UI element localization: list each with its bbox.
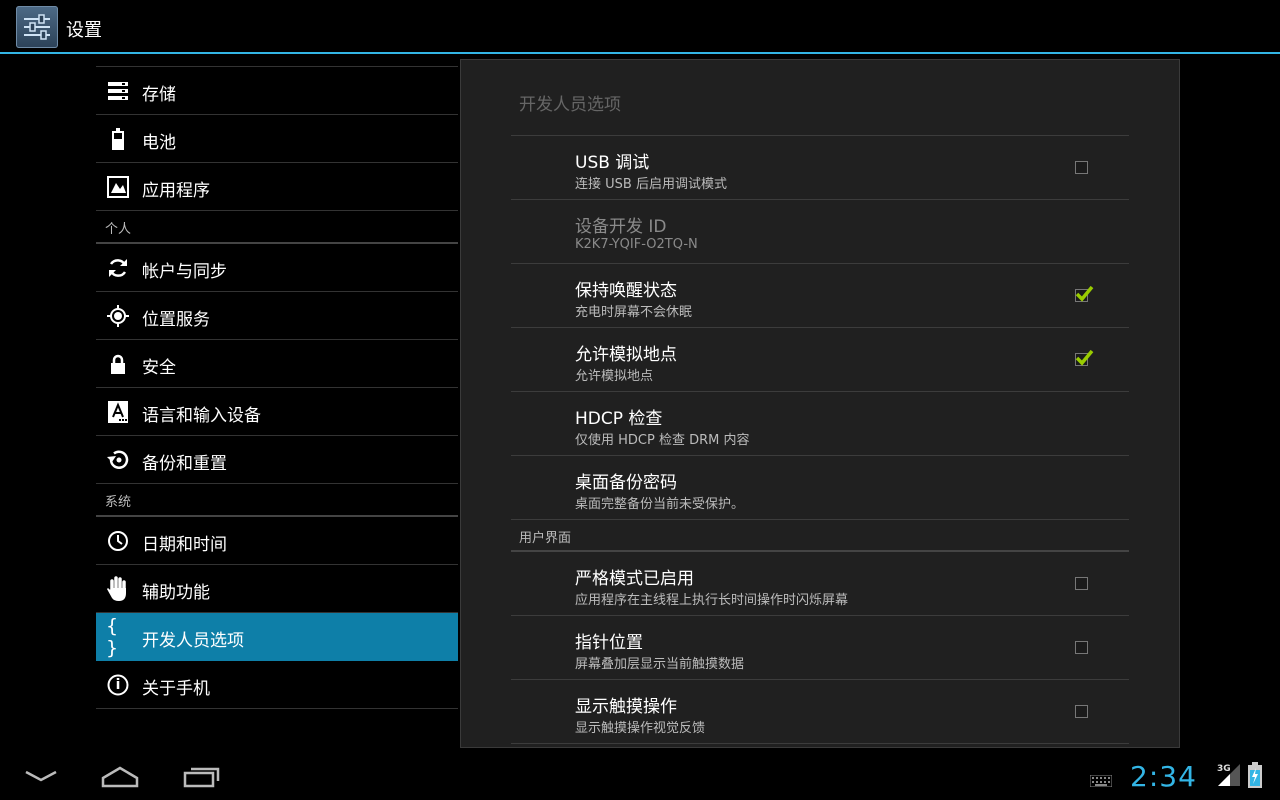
- usb-debugging-checkbox[interactable]: [1075, 161, 1088, 174]
- info-icon-glyph: i: [115, 677, 121, 693]
- pref-summary: 应用程序在主线程上执行长时间操作时闪烁屏幕: [575, 593, 849, 608]
- recent-apps-icon[interactable]: [182, 764, 222, 792]
- pref-summary: 仅使用 HDCP 检查 DRM 内容: [575, 433, 750, 448]
- pref-summary: 显示触摸操作视觉反馈: [575, 721, 706, 736]
- sidebar-item-security[interactable]: 安全: [96, 340, 458, 388]
- pointer-location-checkbox[interactable]: [1075, 641, 1088, 654]
- sidebar-item-label: 位置服务: [142, 310, 210, 330]
- pref-strict-mode[interactable]: 严格模式已启用 应用程序在主线程上执行长时间操作时闪烁屏幕: [511, 552, 1129, 616]
- sidebar-item-location[interactable]: 位置服务: [96, 292, 458, 340]
- sidebar-item-accessibility[interactable]: 辅助功能: [96, 565, 458, 613]
- pref-summary: 充电时屏幕不会休眠: [575, 305, 693, 320]
- stay-awake-checkbox[interactable]: [1075, 285, 1094, 302]
- sidebar-item-label: 备份和重置: [142, 454, 227, 474]
- home-icon[interactable]: [100, 764, 140, 792]
- signal-icon: [1218, 764, 1242, 790]
- sidebar-item-accounts-sync[interactable]: 帐户与同步: [96, 244, 458, 292]
- sidebar-category-personal: 个人: [96, 211, 458, 244]
- sidebar-item-about-phone[interactable]: i 关于手机: [96, 661, 458, 709]
- sidebar-item-storage[interactable]: 存储: [96, 67, 458, 115]
- sidebar-item-apps[interactable]: 应用程序: [96, 163, 458, 211]
- system-bar: 2:34 3G: [0, 752, 1280, 800]
- pref-title: 保持唤醒状态: [575, 281, 677, 301]
- category-label: 系统: [105, 495, 132, 510]
- pref-summary: 连接 USB 后启用调试模式: [575, 177, 727, 192]
- pref-title: 指针位置: [575, 633, 643, 653]
- battery-charging-icon: [1248, 762, 1262, 792]
- sidebar-item-label: 安全: [142, 358, 176, 378]
- checkmark-icon: [1075, 349, 1094, 366]
- keyboard-icon[interactable]: [1089, 772, 1113, 791]
- strict-mode-checkbox[interactable]: [1075, 577, 1088, 590]
- language-icon: [106, 400, 130, 424]
- sidebar-item-label: 电池: [142, 133, 176, 153]
- developer-options-panel: 开发人员选项 USB 调试 连接 USB 后启用调试模式 设备开发 ID K2K…: [460, 59, 1180, 748]
- page-title: 设置: [66, 20, 102, 41]
- settings-app-icon[interactable]: [16, 6, 58, 48]
- hand-icon: [106, 576, 130, 601]
- clock-icon: [106, 529, 130, 553]
- sidebar-item-backup-reset[interactable]: 备份和重置: [96, 436, 458, 484]
- show-touches-checkbox[interactable]: [1075, 705, 1088, 718]
- pref-title: 允许模拟地点: [575, 345, 677, 365]
- preference-list[interactable]: USB 调试 连接 USB 后启用调试模式 设备开发 ID K2K7-YQIF-…: [511, 135, 1129, 744]
- info-icon: i: [106, 673, 130, 697]
- pref-summary: K2K7-YQIF-O2TQ-N: [575, 237, 698, 252]
- sidebar-item-label: 语言和输入设备: [142, 406, 261, 426]
- status-clock[interactable]: 2:34: [1130, 760, 1197, 793]
- pref-summary: 允许模拟地点: [575, 369, 654, 384]
- apps-icon: [106, 175, 130, 199]
- checkmark-icon: [1075, 285, 1094, 302]
- pref-summary: 桌面完整备份当前未受保护。: [575, 497, 745, 512]
- category-label: 用户界面: [519, 531, 572, 546]
- backup-icon: [106, 448, 130, 472]
- pref-title: 显示触摸操作: [575, 697, 677, 717]
- pref-summary: 屏幕叠加层显示当前触摸数据: [575, 657, 745, 672]
- braces-icon: { }: [106, 615, 119, 659]
- location-icon: [106, 304, 130, 328]
- sidebar-item-label: 开发人员选项: [142, 631, 244, 651]
- action-bar: 设置: [0, 0, 1280, 54]
- pref-mock-locations[interactable]: 允许模拟地点 允许模拟地点: [511, 328, 1129, 392]
- panel-title: 开发人员选项: [519, 95, 621, 115]
- pref-show-touches[interactable]: 显示触摸操作 显示触摸操作视觉反馈: [511, 680, 1129, 744]
- sidebar-category-system: 系统: [96, 484, 458, 517]
- sidebar-item-label: 应用程序: [142, 181, 210, 201]
- sync-icon: [106, 256, 130, 280]
- pref-title: USB 调试: [575, 153, 650, 173]
- category-label: 个人: [105, 222, 132, 237]
- pref-title: HDCP 检查: [575, 409, 663, 429]
- pref-device-dev-id: 设备开发 ID K2K7-YQIF-O2TQ-N: [511, 200, 1129, 264]
- sidebar-item-label: 关于手机: [142, 679, 210, 699]
- sidebar-item-label: 存储: [142, 85, 176, 105]
- pref-stay-awake[interactable]: 保持唤醒状态 充电时屏幕不会休眠: [511, 264, 1129, 328]
- lock-icon: [106, 352, 130, 376]
- settings-header-list: 存储 电池 应用程序 个人 帐户与同步 位置服务 安全 语言和输入设备 备份和重…: [96, 66, 458, 726]
- pref-hdcp-check[interactable]: HDCP 检查 仅使用 HDCP 检查 DRM 内容: [511, 392, 1129, 456]
- pref-title: 桌面备份密码: [575, 473, 677, 493]
- sidebar-item-battery[interactable]: 电池: [96, 115, 458, 163]
- mock-locations-checkbox[interactable]: [1075, 349, 1094, 366]
- pref-desktop-backup-password[interactable]: 桌面备份密码 桌面完整备份当前未受保护。: [511, 456, 1129, 520]
- sidebar-item-language-input[interactable]: 语言和输入设备: [96, 388, 458, 436]
- back-icon[interactable]: [24, 766, 58, 790]
- pref-title: 设备开发 ID: [575, 217, 667, 237]
- sidebar-item-label: 辅助功能: [142, 583, 210, 603]
- sidebar-item-label: 帐户与同步: [142, 262, 227, 282]
- storage-icon: [106, 79, 130, 103]
- sidebar-item-date-time[interactable]: 日期和时间: [96, 517, 458, 565]
- sidebar-item-developer-options[interactable]: { } 开发人员选项: [96, 613, 458, 661]
- battery-icon: [106, 127, 130, 151]
- category-user-interface: 用户界面: [511, 520, 1129, 552]
- pref-usb-debugging[interactable]: USB 调试 连接 USB 后启用调试模式: [511, 136, 1129, 200]
- pref-pointer-location[interactable]: 指针位置 屏幕叠加层显示当前触摸数据: [511, 616, 1129, 680]
- sidebar-item-label: 日期和时间: [142, 535, 227, 555]
- pref-title: 严格模式已启用: [575, 569, 694, 589]
